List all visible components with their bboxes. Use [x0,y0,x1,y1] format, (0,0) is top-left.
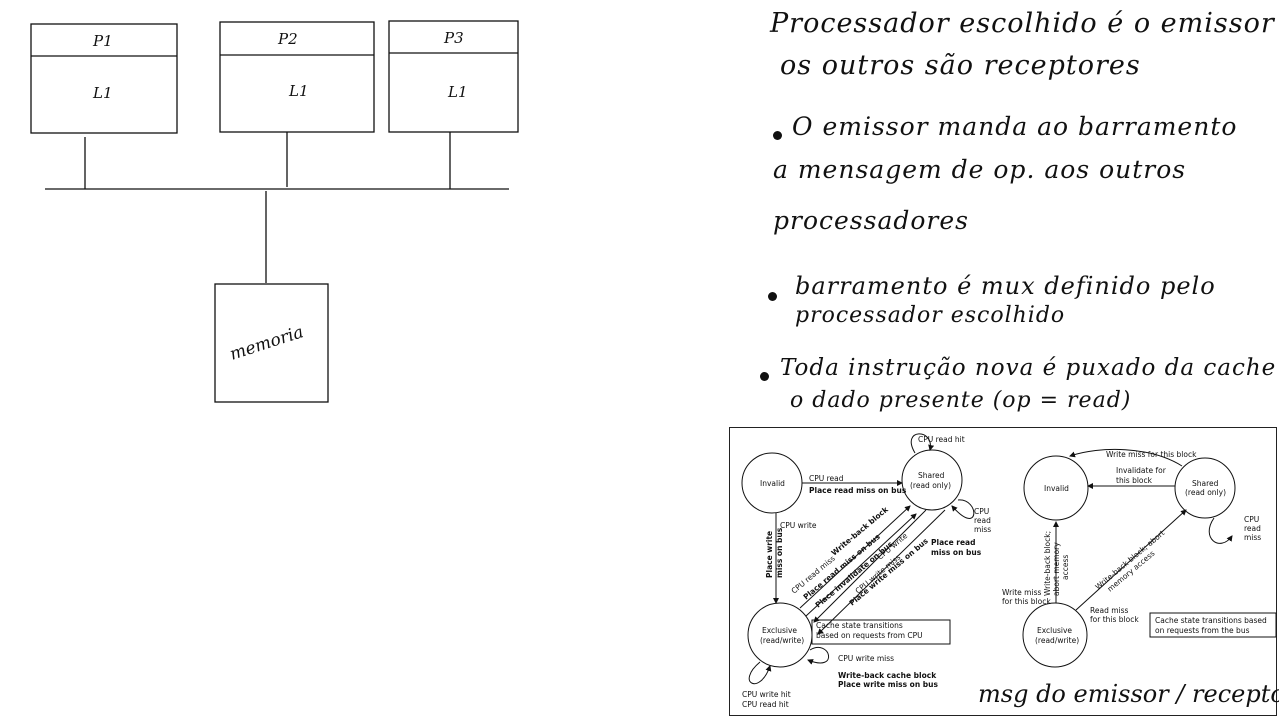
svg-text:read: read [1244,524,1261,533]
svg-text:read: read [974,516,991,525]
lbl-box-cpu-1: Cache state transitions [816,621,903,630]
svg-text:for this block: for this block [1090,615,1139,624]
note-line-4: a mensagem de op. aos outros [773,155,1187,184]
note-line-3: O emissor manda ao barramento [792,112,1238,141]
state-shared-left [901,449,963,511]
bullet-1 [773,131,782,140]
svg-text:Shared: Shared [1192,479,1219,488]
svg-text:access: access [1061,555,1070,580]
svg-text:CPU: CPU [1244,515,1259,524]
note-line-9: o dado presente (op = read) [790,388,1132,413]
state-diagram-panel: Invalid Shared (read only) Exclusive (re… [729,427,1277,716]
svg-text:Write-back block; abort: Write-back block; abort [1094,528,1167,591]
p2-cache-label: L1 [288,82,309,100]
svg-text:miss on bus: miss on bus [931,548,982,557]
svg-text:(read only): (read only) [1185,488,1226,497]
svg-text:Write-back cache block: Write-back cache block [838,671,937,680]
lbl-place-read-miss: Place read miss on bus [809,486,907,495]
p3-label: P3 [443,29,464,47]
note-line-7: processador escolhido [795,303,1066,328]
svg-text:Exclusive: Exclusive [1037,626,1072,635]
svg-text:Write miss: Write miss [1002,588,1041,597]
note-line-5: processadores [773,206,969,235]
bus-diagram: P1 P2 P3 L1 L1 L1 memoria [30,20,519,403]
svg-text:CPU write miss: CPU write miss [838,654,894,663]
svg-text:miss: miss [974,525,991,534]
p1-cache-label: L1 [92,84,113,102]
svg-text:this block: this block [1116,476,1153,485]
svg-text:miss: miss [1244,533,1261,542]
p1-label: P1 [92,32,113,50]
svg-text:Invalid: Invalid [1044,484,1069,493]
bullet-3 [760,372,769,381]
svg-text:CPU write hit: CPU write hit [742,690,791,699]
lbl-place-write: Place write [765,531,774,578]
memory-label: memoria [227,322,306,365]
svg-text:Write miss for this block: Write miss for this block [1106,450,1197,459]
svg-text:CPU: CPU [974,507,989,516]
p3-cache-label: L1 [447,83,468,101]
lbl-cpu-read: CPU read [809,474,844,483]
svg-text:Write-back block;: Write-back block; [1043,531,1052,596]
invalid-left-label: Invalid [760,479,785,488]
svg-text:(read/write): (read/write) [760,636,804,645]
shared-left-label: Shared [918,471,945,480]
svg-text:for this block: for this block [1002,597,1051,606]
state-exclusive-left [747,602,813,668]
lbl-miss-on-bus: miss on bus [775,527,784,578]
svg-text:Invalidate for: Invalidate for [1116,466,1167,475]
caption-msg: msg do emissor / receptor [978,680,1279,708]
note-line-6: barramento é mux definido pelo [795,272,1216,300]
state-exclusive-right [1022,602,1088,668]
svg-text:on requests from the bus: on requests from the bus [1155,626,1250,635]
note-line-1: Processador escolhido é o emissor [770,8,1275,39]
bullet-2 [768,292,777,301]
svg-text:abort memory: abort memory [1052,542,1061,596]
note-line-8: Toda instrução nova é puxado da cache [780,355,1277,381]
lbl-box-cpu-2: based on requests from CPU [816,631,923,640]
svg-text:Place write miss on bus: Place write miss on bus [838,680,938,689]
svg-text:Cache state transitions based: Cache state transitions based [1155,616,1267,625]
p2-label: P2 [277,30,298,48]
note-line-2: os outros são receptores [780,50,1141,81]
exclusive-left-label: Exclusive [762,626,797,635]
lbl-cpu-write: CPU write [780,521,817,530]
lbl-cpu-read-hit: CPU read hit [918,435,965,444]
svg-text:CPU read hit: CPU read hit [742,700,789,709]
svg-text:Read miss: Read miss [1090,606,1129,615]
svg-text:(read/write): (read/write) [1035,636,1079,645]
svg-text:Place read: Place read [931,538,976,547]
svg-text:(read only): (read only) [910,481,951,490]
